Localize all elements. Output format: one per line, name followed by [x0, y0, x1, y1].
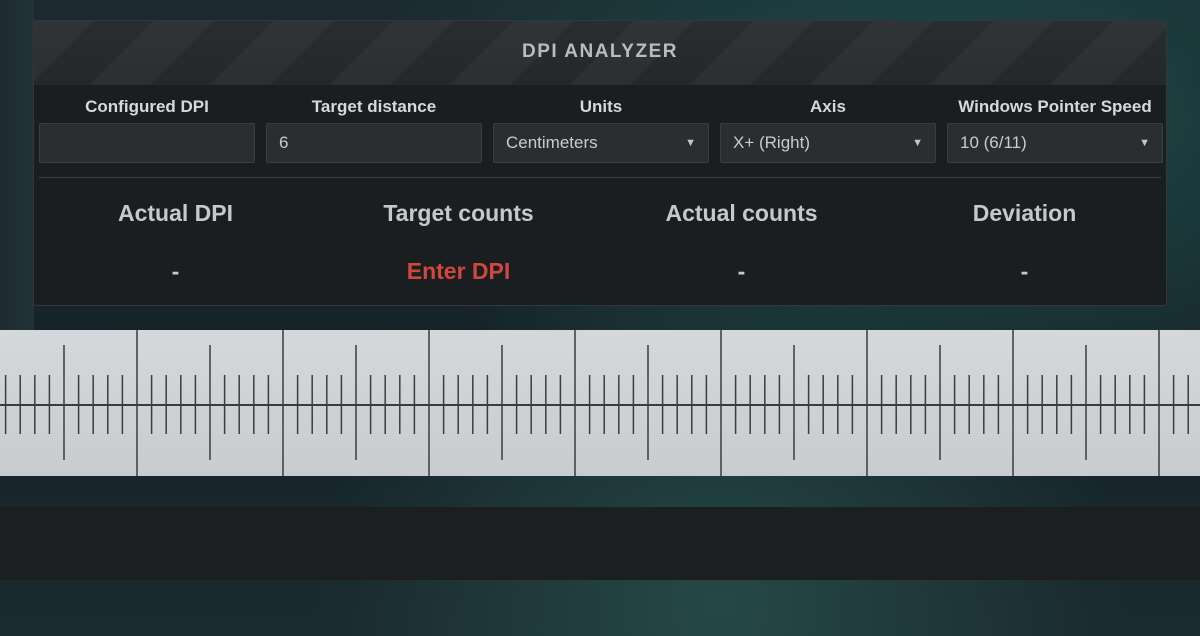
target-counts-value: Enter DPI [406, 258, 511, 284]
configured-dpi-label: Configured DPI [85, 97, 209, 116]
units-select[interactable]: Centimeters ▼ [493, 123, 709, 163]
actual-counts-label: Actual counts [665, 200, 818, 226]
target-counts-stat: Target counts Enter DPI [317, 197, 600, 287]
caret-down-icon: ▼ [912, 137, 923, 149]
target-distance-value: 6 [279, 133, 289, 152]
configured-dpi-field: Configured DPI [39, 95, 255, 163]
axis-value: X+ (Right) [733, 133, 810, 152]
settings-row: Configured DPI Target distance 6 Units C… [34, 95, 1166, 165]
pointer-speed-label: Windows Pointer Speed [958, 97, 1152, 116]
pointer-speed-field: Windows Pointer Speed 10 (6/11) ▼ [947, 95, 1163, 163]
axis-select[interactable]: X+ (Right) ▼ [720, 123, 936, 163]
units-field: Units Centimeters ▼ [493, 95, 709, 163]
actual-dpi-stat: Actual DPI - [34, 197, 317, 287]
actual-dpi-value: - [171, 258, 180, 284]
panel-title: DPI ANALYZER [522, 41, 678, 62]
deviation-value: - [1020, 258, 1029, 284]
deviation-stat: Deviation - [883, 197, 1166, 287]
background-edge [0, 0, 34, 330]
bottom-bar [0, 507, 1200, 580]
pointer-speed-select[interactable]: 10 (6/11) ▼ [947, 123, 1163, 163]
axis-field: Axis X+ (Right) ▼ [720, 95, 936, 163]
units-value: Centimeters [506, 133, 598, 152]
actual-dpi-label: Actual DPI [117, 200, 234, 226]
measurement-ruler[interactable] [0, 330, 1200, 476]
ruler-ticks [0, 330, 1200, 476]
target-distance-input[interactable]: 6 [266, 123, 482, 163]
target-counts-label: Target counts [383, 200, 534, 226]
deviation-label: Deviation [972, 200, 1077, 226]
pointer-speed-value: 10 (6/11) [960, 133, 1027, 152]
target-distance-field: Target distance 6 [266, 95, 482, 163]
axis-label: Axis [810, 97, 846, 116]
divider [39, 177, 1161, 178]
caret-down-icon: ▼ [1139, 137, 1150, 149]
caret-down-icon: ▼ [685, 137, 696, 149]
units-label: Units [579, 97, 623, 116]
actual-counts-value: - [737, 258, 746, 284]
configured-dpi-input[interactable] [39, 123, 255, 163]
target-distance-label: Target distance [311, 97, 437, 116]
dpi-analyzer-panel: DPI ANALYZER Configured DPI Target dista… [33, 20, 1167, 306]
panel-header: DPI ANALYZER [34, 21, 1166, 85]
actual-counts-stat: Actual counts - [600, 197, 883, 287]
